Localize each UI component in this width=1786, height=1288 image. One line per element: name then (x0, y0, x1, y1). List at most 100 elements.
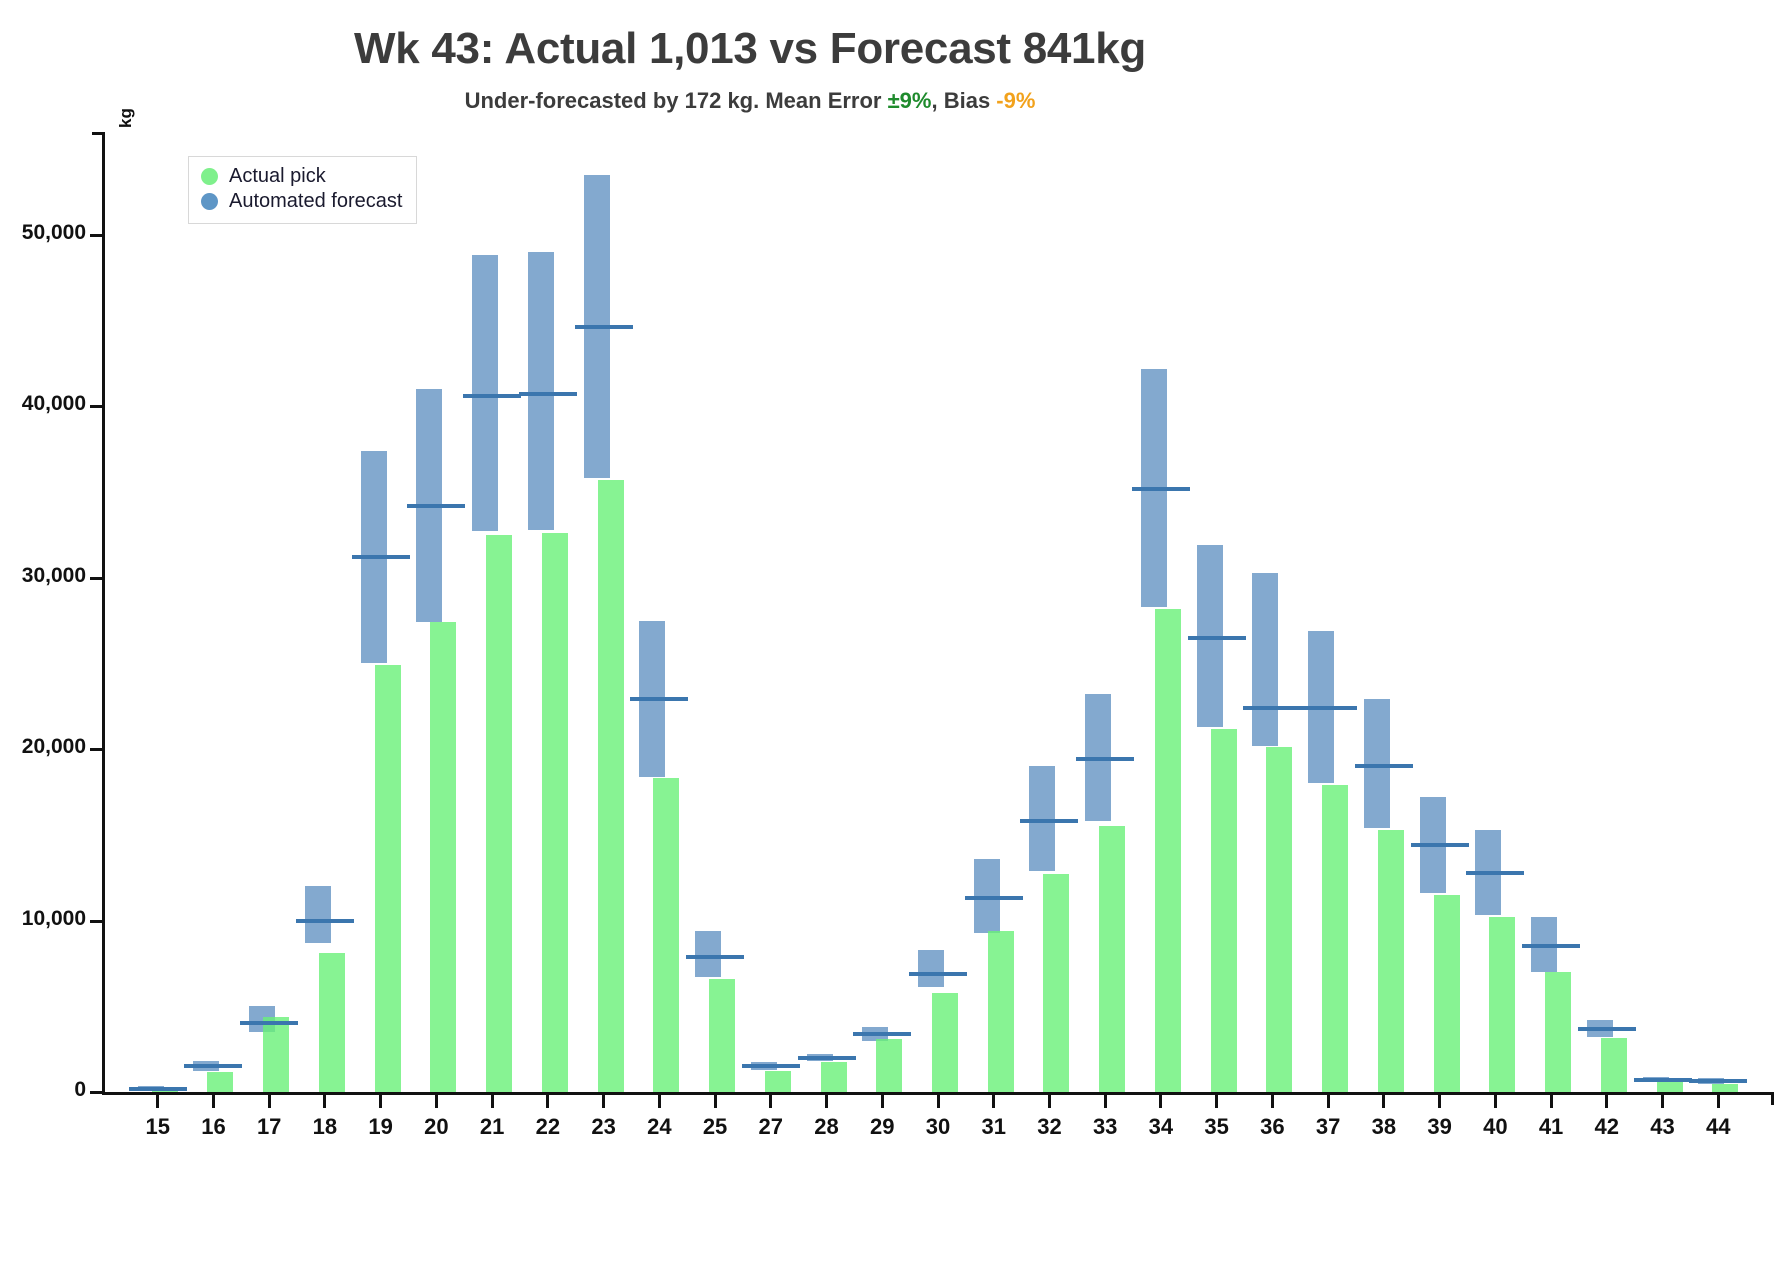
forecast-value-marker (964, 896, 1023, 901)
x-tick-mark (1270, 1095, 1274, 1108)
x-tick-mark (1047, 1095, 1051, 1108)
forecast-value-marker (1020, 819, 1079, 824)
actual-pick-bar (1545, 972, 1572, 1092)
actual-pick-bar (709, 978, 736, 1092)
forecast-value-marker (1243, 706, 1302, 710)
forecast-value-marker (1131, 486, 1190, 491)
actual-pick-bar (876, 1038, 903, 1092)
forecast-value-marker (1410, 843, 1469, 848)
y-axis-unit-label: kg (116, 108, 135, 128)
x-tick-label: 27 (758, 1114, 784, 1139)
forecast-range-box (918, 949, 944, 988)
actual-pick-bar (486, 534, 513, 1092)
x-tick-label: 25 (702, 1114, 728, 1139)
actual-pick-bar (1154, 608, 1181, 1092)
x-tick-label: 35 (1204, 1114, 1229, 1139)
x-tick-label: 31 (981, 1114, 1006, 1139)
x-tick-mark (713, 1095, 717, 1108)
actual-pick-bar (653, 778, 680, 1092)
x-tick-label: 28 (814, 1114, 839, 1139)
x-tick-mark (1605, 1095, 1609, 1108)
y-axis-line (102, 132, 105, 1092)
legend-item[interactable]: Actual pick (201, 164, 402, 189)
x-tick-label: 20 (424, 1114, 449, 1139)
y-tick-mark (90, 1091, 102, 1094)
chart-page: Wk 43: Actual 1,013 vs Forecast 841kg Un… (0, 0, 1786, 1288)
mean-error-value: ±9% (887, 88, 932, 113)
forecast-range-box (527, 252, 554, 530)
x-tick-mark (880, 1095, 884, 1108)
x-tick-mark (1215, 1095, 1219, 1108)
forecast-value-marker (1633, 1078, 1692, 1082)
chart-title: Wk 43: Actual 1,013 vs Forecast 841kg (354, 24, 1146, 73)
y-tick-label: 40,000 (21, 392, 86, 416)
x-tick-mark (546, 1095, 550, 1108)
x-tick-mark (1159, 1095, 1163, 1108)
y-tick-label: 0 (74, 1078, 86, 1101)
x-tick-mark (992, 1095, 996, 1108)
x-axis-right-cap (1771, 1092, 1774, 1105)
y-tick-label: 50,000 (21, 220, 86, 244)
y-tick-label: 20,000 (21, 735, 86, 759)
x-tick-mark (267, 1095, 271, 1108)
x-tick-label: 29 (870, 1114, 895, 1139)
forecast-value-marker (630, 697, 689, 702)
x-tick-label: 23 (591, 1114, 616, 1139)
x-tick-mark (1661, 1095, 1665, 1108)
x-tick-mark (434, 1095, 438, 1108)
forecast-value-marker (797, 1055, 856, 1060)
forecast-value-marker (128, 1086, 187, 1091)
forecast-value-marker (1522, 944, 1581, 949)
actual-pick-bar (597, 480, 624, 1092)
x-tick-label: 42 (1594, 1114, 1620, 1139)
x-tick-label: 34 (1148, 1114, 1174, 1139)
x-tick-mark (1493, 1095, 1497, 1108)
x-tick-label: 38 (1371, 1114, 1397, 1139)
x-tick-label: 19 (368, 1114, 393, 1139)
actual-pick-bar (1489, 917, 1516, 1092)
x-tick-mark (156, 1095, 160, 1108)
x-tick-label: 40 (1483, 1114, 1508, 1139)
x-tick-mark (657, 1095, 661, 1108)
x-tick-label: 43 (1650, 1114, 1675, 1139)
forecast-value-marker (1187, 635, 1246, 640)
forecast-value-marker (1076, 757, 1135, 762)
actual-pick-bar (932, 992, 958, 1092)
x-tick-label: 21 (479, 1114, 505, 1139)
x-tick-mark (490, 1095, 494, 1108)
actual-pick-bar (1210, 728, 1237, 1092)
subtitle-lead-text: Under-forecasted by 172 kg. Mean Error (464, 88, 888, 113)
actual-pick-bar (1043, 874, 1070, 1092)
chart-subtitle: Under-forecasted by 172 kg. Mean Error ±… (0, 88, 1500, 114)
legend-item[interactable]: Automated forecast (201, 189, 402, 214)
x-tick-label: 22 (535, 1114, 561, 1139)
x-tick-label: 15 (145, 1114, 170, 1139)
x-tick-mark (1382, 1095, 1386, 1108)
x-tick-mark (602, 1095, 606, 1108)
actual-pick-bar (987, 930, 1014, 1092)
actual-pick-bar (1266, 747, 1293, 1092)
x-tick-label: 17 (256, 1114, 282, 1139)
x-tick-mark (1326, 1095, 1330, 1108)
y-tick-mark (90, 405, 102, 409)
bias-value: -9% (996, 88, 1036, 113)
x-tick-mark (936, 1095, 940, 1108)
forecast-value-marker (518, 392, 577, 397)
x-tick-label: 44 (1706, 1114, 1731, 1139)
x-tick-mark (825, 1095, 829, 1108)
y-axis-top-cap (92, 132, 105, 135)
forecast-value-marker (240, 1021, 299, 1026)
x-tick-mark (323, 1095, 327, 1108)
x-tick-mark (1549, 1095, 1553, 1108)
actual-pick-bar (1656, 1081, 1683, 1092)
actual-pick-bar (764, 1070, 791, 1092)
actual-pick-bar (820, 1062, 847, 1092)
forecast-value-marker (351, 555, 410, 560)
forecast-value-marker (686, 954, 745, 959)
x-tick-mark (769, 1095, 773, 1108)
x-tick-label: 32 (1037, 1114, 1062, 1139)
subtitle-mid-text: , Bias (931, 88, 997, 113)
forecast-value-marker (574, 325, 633, 330)
actual-pick-bar (374, 665, 401, 1092)
actual-pick-bar (1433, 894, 1460, 1092)
